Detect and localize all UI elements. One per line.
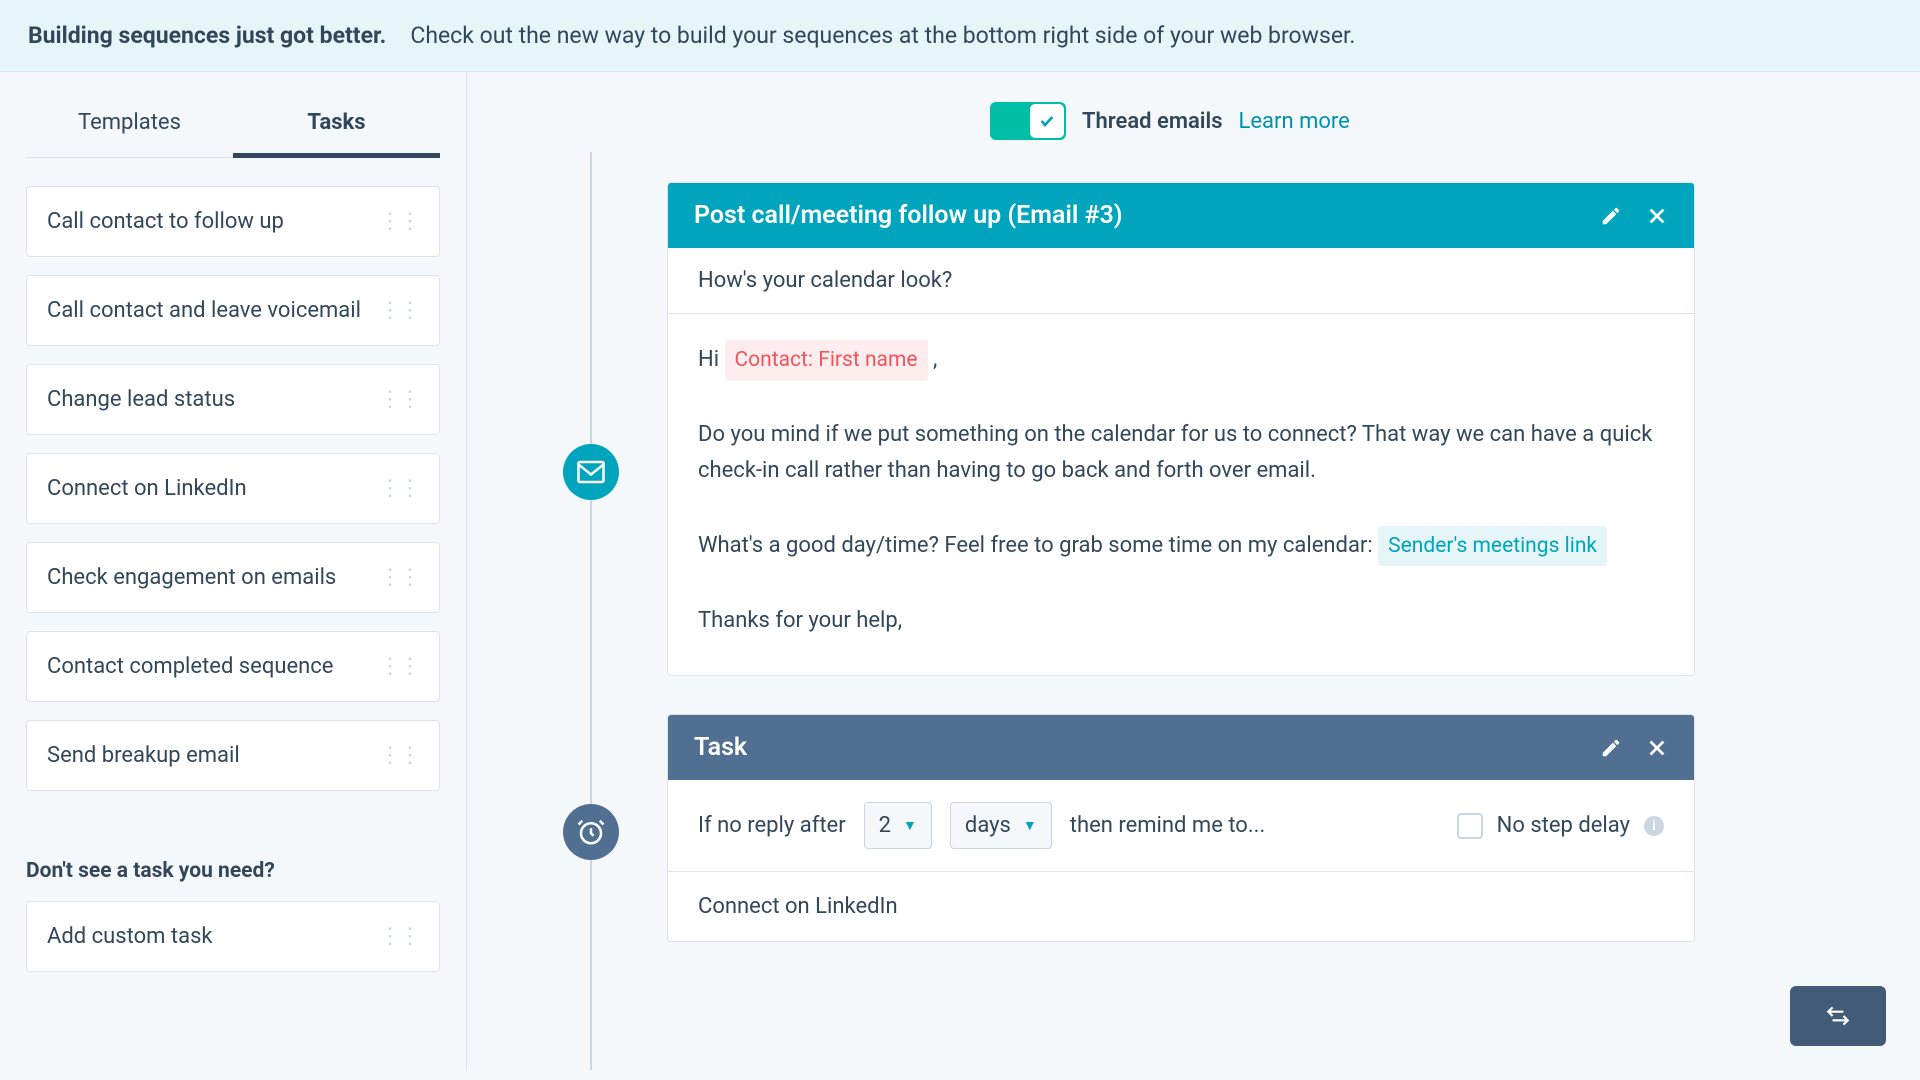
close-icon xyxy=(1646,205,1668,227)
email-step-icon xyxy=(563,444,619,500)
tab-templates[interactable]: Templates xyxy=(26,94,233,157)
drag-handle-icon[interactable]: ⋮⋮ xyxy=(379,654,419,679)
sidebar: Templates Tasks Call contact to follow u… xyxy=(0,72,467,1070)
task-template-item[interactable]: Check engagement on emails ⋮⋮ xyxy=(26,542,440,613)
email-para-2-pre: What's a good day/time? Feel free to gra… xyxy=(698,533,1378,558)
task-description[interactable]: Connect on LinkedIn xyxy=(668,872,1694,941)
banner-text: Check out the new way to build your sequ… xyxy=(410,22,1355,49)
drag-handle-icon[interactable]: ⋮⋮ xyxy=(379,924,419,949)
task-template-item[interactable]: Change lead status ⋮⋮ xyxy=(26,364,440,435)
email-para-1: Do you mind if we put something on the c… xyxy=(698,417,1664,490)
sidebar-tabs: Templates Tasks xyxy=(26,94,440,158)
task-template-item[interactable]: Call contact and leave voicemail ⋮⋮ xyxy=(26,275,440,346)
email-card: Post call/meeting follow up (Email #3) H… xyxy=(667,182,1695,676)
add-custom-task-label: Add custom task xyxy=(47,924,213,949)
envelope-icon xyxy=(576,457,606,487)
email-subject[interactable]: How's your calendar look? xyxy=(668,248,1694,314)
task-template-item[interactable]: Send breakup email ⋮⋮ xyxy=(26,720,440,791)
task-card-title: Task xyxy=(694,733,747,762)
task-template-label: Connect on LinkedIn xyxy=(47,476,247,501)
thread-emails-toggle[interactable] xyxy=(990,102,1066,140)
no-step-delay-label: No step delay xyxy=(1497,813,1630,838)
swap-arrows-icon xyxy=(1825,1003,1851,1029)
task-delay-config: If no reply after 2 ▼ days ▼ then remind… xyxy=(668,780,1694,872)
delay-quantity-select[interactable]: 2 ▼ xyxy=(864,802,932,849)
drag-handle-icon[interactable]: ⋮⋮ xyxy=(379,565,419,590)
delay-unit-value: days xyxy=(965,813,1011,838)
toggle-handle xyxy=(1030,104,1064,138)
task-template-item[interactable]: Call contact to follow up ⋮⋮ xyxy=(26,186,440,257)
edit-button[interactable] xyxy=(1600,737,1622,759)
remind-label: then remind me to... xyxy=(1070,813,1266,838)
delete-button[interactable] xyxy=(1646,205,1668,227)
task-card: Task If no reply after 2 ▼ xyxy=(667,714,1695,942)
pencil-icon xyxy=(1600,737,1622,759)
sequence-step-task: Task If no reply after 2 ▼ xyxy=(667,714,1695,942)
task-step-icon xyxy=(563,804,619,860)
email-card-title: Post call/meeting follow up (Email #3) xyxy=(694,201,1123,230)
timeline-rail xyxy=(590,152,592,1070)
task-template-label: Change lead status xyxy=(47,387,235,412)
task-template-label: Call contact and leave voicemail xyxy=(47,298,361,323)
task-template-label: Call contact to follow up xyxy=(47,209,284,234)
learn-more-link[interactable]: Learn more xyxy=(1239,109,1350,134)
email-para-3: Thanks for your help, xyxy=(698,603,1664,639)
email-body[interactable]: Hi Contact: First name , Do you mind if … xyxy=(668,314,1694,675)
chevron-down-icon: ▼ xyxy=(903,817,917,834)
add-custom-task-button[interactable]: Add custom task ⋮⋮ xyxy=(26,901,440,972)
task-template-label: Check engagement on emails xyxy=(47,565,336,590)
chevron-down-icon: ▼ xyxy=(1023,817,1037,834)
task-template-item[interactable]: Connect on LinkedIn ⋮⋮ xyxy=(26,453,440,524)
swap-view-button[interactable] xyxy=(1790,986,1886,1046)
drag-handle-icon[interactable]: ⋮⋮ xyxy=(379,209,419,234)
close-icon xyxy=(1646,737,1668,759)
token-contact-firstname[interactable]: Contact: First name xyxy=(725,340,928,381)
custom-task-hint: Don't see a task you need? xyxy=(26,859,440,883)
token-meetings-link[interactable]: Sender's meetings link xyxy=(1378,526,1607,567)
email-card-header: Post call/meeting follow up (Email #3) xyxy=(668,183,1694,248)
pencil-icon xyxy=(1600,205,1622,227)
task-template-label: Send breakup email xyxy=(47,743,240,768)
announcement-banner: Building sequences just got better. Chec… xyxy=(0,0,1920,72)
greeting-post: , xyxy=(933,347,937,372)
banner-title: Building sequences just got better. xyxy=(28,22,386,49)
thread-emails-row: Thread emails Learn more xyxy=(990,102,1920,140)
drag-handle-icon[interactable]: ⋮⋮ xyxy=(379,387,419,412)
task-card-header: Task xyxy=(668,715,1694,780)
info-icon[interactable]: i xyxy=(1644,816,1664,836)
alarm-clock-icon xyxy=(576,817,606,847)
tab-tasks[interactable]: Tasks xyxy=(233,94,440,158)
task-template-label: Contact completed sequence xyxy=(47,654,333,679)
edit-button[interactable] xyxy=(1600,205,1622,227)
if-no-reply-label: If no reply after xyxy=(698,813,846,838)
task-template-item[interactable]: Contact completed sequence ⋮⋮ xyxy=(26,631,440,702)
drag-handle-icon[interactable]: ⋮⋮ xyxy=(379,476,419,501)
drag-handle-icon[interactable]: ⋮⋮ xyxy=(379,743,419,768)
greeting-pre: Hi xyxy=(698,347,725,372)
delete-button[interactable] xyxy=(1646,737,1668,759)
delay-unit-select[interactable]: days ▼ xyxy=(950,802,1052,849)
thread-emails-label: Thread emails xyxy=(1082,109,1223,134)
check-icon xyxy=(1039,113,1055,129)
delay-quantity-value: 2 xyxy=(879,813,891,838)
sequence-step-email: Post call/meeting follow up (Email #3) H… xyxy=(667,182,1695,676)
drag-handle-icon[interactable]: ⋮⋮ xyxy=(379,298,419,323)
sequence-canvas: Thread emails Learn more Post call/meeti… xyxy=(467,72,1920,1070)
no-step-delay-checkbox[interactable] xyxy=(1457,813,1483,839)
